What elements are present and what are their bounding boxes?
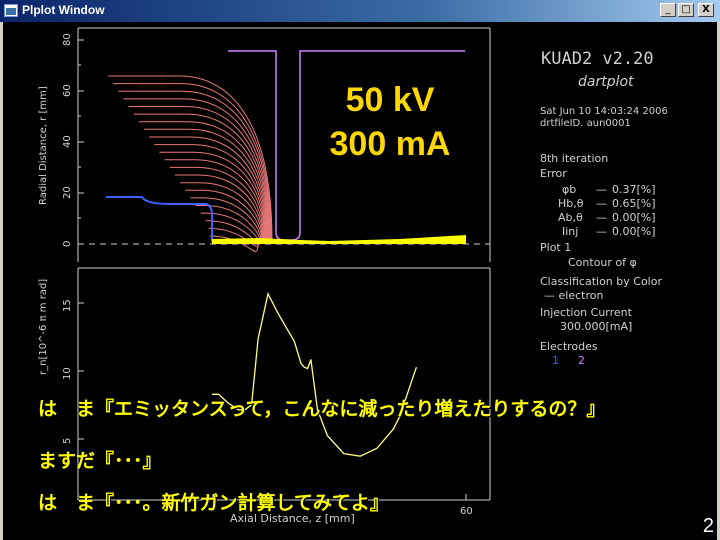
upper-tick-0: 0 xyxy=(62,241,73,247)
dialogue-line-3: は ま『･･･。新竹ガン計算してみてよ』 xyxy=(38,492,389,514)
program-name: KUAD2 v2.20 xyxy=(541,49,654,69)
error-value-h: 0.65[%] xyxy=(612,197,656,210)
error-value-phi: 0.37[%] xyxy=(612,183,656,196)
svg-text:—: — xyxy=(596,225,607,238)
minimize-button[interactable]: _ xyxy=(660,3,676,17)
error-name-iinj: Iinj xyxy=(562,225,578,238)
lower-x-tick-60: 60 xyxy=(460,506,473,517)
info-panel: KUAD2 v2.20 dartplot Sat Jun 10 14:03:24… xyxy=(540,49,668,367)
lower-tick-5: 5 xyxy=(62,438,73,444)
overlay-current: 300 mA xyxy=(329,125,451,163)
lower-y-label: r_n[10^-6 π m rad] xyxy=(38,279,49,375)
error-name-a: Ab,θ xyxy=(558,211,583,224)
upper-tick-20: 20 xyxy=(62,186,73,199)
lower-tick-10: 10 xyxy=(62,367,73,380)
plot-label: Plot 1 xyxy=(540,241,571,254)
upper-tick-80: 80 xyxy=(62,33,73,46)
error-label: Error xyxy=(540,167,567,180)
emittance-line xyxy=(212,291,418,457)
lower-tick-15: 15 xyxy=(62,299,73,312)
classification-label: Classification by Color xyxy=(540,275,662,288)
overlay-voltage: 50 kV xyxy=(345,81,435,119)
electrode-1-outline xyxy=(106,196,213,242)
injection-label: Injection Current xyxy=(540,306,633,319)
error-name-phi: φb xyxy=(562,183,576,196)
upper-tick-40: 40 xyxy=(62,135,73,148)
equipotential-contours xyxy=(108,75,273,252)
contour-line xyxy=(123,98,271,243)
window-title: Plplot Window xyxy=(22,3,105,17)
dialogue-line-1: は ま『エミッタンスって，こんなに減ったり増えたりするの？』 xyxy=(38,398,606,420)
error-value-a: 0.00[%] xyxy=(612,211,656,224)
maximize-button[interactable]: □ xyxy=(678,3,694,17)
title-bar[interactable]: Plplot Window _ □ X xyxy=(0,0,720,22)
error-value-iinj: 0.00[%] xyxy=(612,225,656,238)
dialogue-line-2: ますだ『･･･』 xyxy=(38,450,162,472)
error-name-h: Hb,θ xyxy=(558,197,584,210)
injection-value: 300.000[mA] xyxy=(560,320,632,333)
electrode-1-label: 1 xyxy=(552,354,559,367)
svg-text:—: — xyxy=(596,183,607,196)
electrode-2-label: 2 xyxy=(578,354,585,367)
electrodes-label: Electrodes xyxy=(540,340,598,353)
page-number: 2 xyxy=(702,515,714,537)
program-subtitle: dartplot xyxy=(578,74,634,90)
window-icon xyxy=(4,4,18,17)
iteration-label: 8th iteration xyxy=(540,152,608,165)
contour-label: Contour of φ xyxy=(568,256,637,269)
electron-legend: — electron xyxy=(544,289,603,302)
svg-text:—: — xyxy=(596,211,607,224)
svg-text:—: — xyxy=(596,197,607,210)
upper-tick-60: 60 xyxy=(62,84,73,97)
run-date: Sat Jun 10 14:03:24 2006 xyxy=(540,106,668,117)
close-button[interactable]: X xyxy=(698,3,714,17)
contour-line xyxy=(149,136,268,243)
upper-y-label: Radial Distance, r [mm] xyxy=(38,86,49,205)
contour-line xyxy=(113,83,272,243)
file-id: drtfileID. aun0001 xyxy=(540,118,631,129)
contour-line xyxy=(138,121,269,243)
